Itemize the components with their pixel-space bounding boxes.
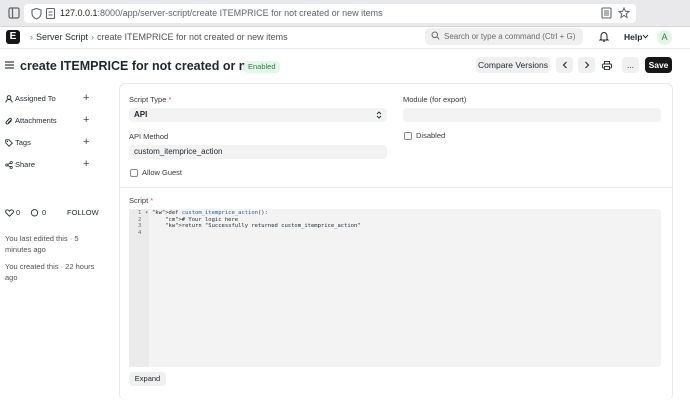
sidebar-item-assigned-to[interactable]: Assigned To +: [5, 92, 97, 105]
notification-bell-icon[interactable]: [599, 31, 609, 42]
chevron-down-icon[interactable]: [642, 34, 649, 39]
add-tag-button[interactable]: +: [83, 136, 89, 148]
allow-guest-label: Allow Guest: [142, 168, 183, 177]
sidebar-item-label: Assigned To: [15, 94, 56, 103]
module-input[interactable]: [403, 108, 661, 122]
disabled-label: Disabled: [416, 131, 446, 140]
more-actions-button[interactable]: ...: [622, 57, 639, 73]
shield-icon[interactable]: [30, 7, 43, 20]
section-divider: [120, 187, 672, 188]
add-share-button[interactable]: +: [83, 158, 89, 170]
next-doc-button[interactable]: [578, 57, 595, 73]
disabled-checkbox[interactable]: [404, 132, 412, 140]
like-count: 0: [16, 208, 21, 217]
allow-guest-checkbox[interactable]: [130, 169, 138, 177]
required-marker: *: [150, 196, 154, 205]
app-navbar: E › Server Script › create ITEMPRICE for no…: [0, 27, 690, 49]
user-avatar[interactable]: A: [657, 30, 672, 45]
module-label: Module (for export): [403, 95, 467, 104]
breadcrumb: › Server Script › create ITEMPRICE for not …: [27, 31, 288, 43]
user-icon: [5, 95, 13, 103]
form-layout: Script Type * API Module (for export) Di…: [119, 83, 673, 400]
breadcrumb-separator: ›: [30, 32, 33, 42]
follow-button[interactable]: FOLLOW: [67, 207, 99, 219]
comment-count: 0: [42, 208, 47, 217]
sidebar-item-label: Tags: [15, 138, 31, 147]
print-icon[interactable]: [602, 61, 612, 70]
status-badge: Enabled: [244, 61, 280, 73]
breadcrumb-current-doc[interactable]: create ITEMPRICE for not created or new …: [97, 32, 288, 42]
compare-versions-button[interactable]: Compare Versions: [476, 57, 550, 73]
url-host: 127.0.0.1: [60, 8, 98, 18]
chevron-left-icon: [562, 61, 567, 69]
created-info: You created this · 22 hours ago: [5, 262, 95, 282]
app-logo[interactable]: E: [6, 30, 20, 44]
script-type-select[interactable]: API: [129, 108, 387, 122]
tag-icon: [5, 139, 13, 147]
sidebar-toggle-hamburger-icon[interactable]: [5, 61, 14, 69]
api-method-input[interactable]: custom_itemprice_action: [129, 145, 387, 159]
script-type-label-text: Script Type: [129, 95, 167, 104]
awesomebar-search-input[interactable]: Search or type a command (Ctrl + G): [425, 28, 583, 45]
script-label: Script *: [129, 196, 153, 206]
chevron-right-icon: [584, 61, 589, 69]
add-attachment-button[interactable]: +: [83, 114, 89, 126]
comment-icon[interactable]: [30, 209, 39, 217]
sidebar-toggle-icon[interactable]: [8, 6, 20, 20]
api-method-label: API Method: [129, 132, 169, 141]
script-type-value: API: [134, 110, 148, 119]
select-arrows-icon: [376, 111, 382, 119]
search-icon: [431, 31, 440, 40]
code-editor[interactable]: 1 2 3 4 ▾ "kw">def custom_itemprice_acti…: [129, 209, 661, 367]
paperclip-icon: [5, 117, 12, 125]
search-placeholder: Search or type a command (Ctrl + G): [444, 32, 576, 41]
sidebar-item-label: Share: [15, 160, 36, 169]
form-sidebar: Assigned To + Attachments + Tags + Share…: [0, 83, 112, 400]
breadcrumb-separator: ›: [91, 32, 95, 42]
url-path: :8000/app/server-script/create ITEMPRICE…: [97, 8, 383, 18]
fold-arrow-icon[interactable]: ▾: [145, 210, 148, 217]
sidebar-item-attachments[interactable]: Attachments +: [5, 114, 97, 127]
url-text: 127.0.0.1:8000/app/server-script/create …: [60, 7, 383, 20]
heart-icon[interactable]: [5, 209, 14, 217]
line-number: 4: [138, 229, 142, 236]
previous-doc-button[interactable]: [556, 57, 573, 73]
page-info-icon[interactable]: [45, 7, 56, 20]
sidebar-item-tags[interactable]: Tags +: [5, 136, 97, 149]
help-dropdown[interactable]: Help: [624, 32, 642, 43]
script-type-label: Script Type *: [129, 95, 171, 105]
required-marker: *: [168, 95, 172, 104]
page-title: create ITEMPRICE for not created or new.…: [20, 59, 274, 73]
script-label-text: Script: [129, 196, 149, 205]
browser-toolbar: 127.0.0.1:8000/app/server-script/create …: [0, 0, 690, 27]
expand-editor-button[interactable]: Expand: [129, 372, 166, 386]
save-button[interactable]: Save: [645, 57, 672, 73]
code-line: "kw">return "Successfully returned custo…: [165, 223, 361, 229]
last-edited-info: You last edited this · 5 minutes ago: [5, 234, 79, 254]
bookmark-star-icon[interactable]: [618, 7, 630, 19]
breadcrumb-server-script[interactable]: Server Script: [36, 32, 88, 42]
sidebar-item-share[interactable]: Share +: [5, 158, 97, 171]
sidebar-item-label: Attachments: [15, 116, 57, 125]
page-header: create ITEMPRICE for not created or new.…: [0, 50, 690, 83]
share-icon: [5, 161, 13, 169]
add-assignment-button[interactable]: +: [83, 92, 89, 104]
address-bar[interactable]: 127.0.0.1:8000/app/server-script/create …: [24, 4, 636, 23]
reader-view-icon[interactable]: [601, 7, 612, 19]
